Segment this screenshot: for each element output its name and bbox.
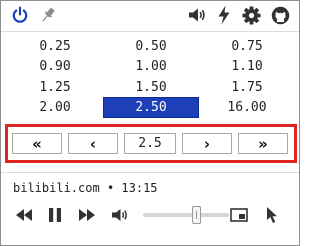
- lightning-icon[interactable]: [215, 5, 233, 25]
- last-speed-button[interactable]: »: [238, 133, 288, 154]
- speed-value-field[interactable]: 2.5: [124, 133, 176, 154]
- fast-forward-icon[interactable]: [76, 205, 98, 225]
- site-name: bilibili.com: [13, 181, 100, 195]
- speed-option[interactable]: 0.25: [8, 37, 102, 56]
- speed-stepper-row: « ‹ 2.5 › »: [5, 124, 297, 163]
- power-icon[interactable]: [10, 5, 30, 25]
- gear-icon[interactable]: [241, 5, 261, 25]
- volume-slider-handle[interactable]: [191, 206, 201, 224]
- first-speed-button[interactable]: «: [12, 133, 62, 154]
- speed-option[interactable]: 2.00: [8, 98, 102, 117]
- pause-icon[interactable]: [44, 205, 66, 225]
- volume-icon[interactable]: [187, 5, 207, 25]
- speed-option[interactable]: 0.50: [104, 37, 198, 56]
- separator-dot: •: [106, 181, 115, 195]
- github-icon[interactable]: [270, 5, 290, 25]
- volume-slider-track[interactable]: [143, 213, 229, 217]
- extension-popup: 0.25 0.50 0.75 0.90 1.00 1.10 1.25 1.50 …: [0, 0, 300, 246]
- speed-option[interactable]: 1.00: [104, 57, 198, 76]
- speed-option[interactable]: 0.90: [8, 57, 102, 76]
- speed-option[interactable]: 1.25: [8, 78, 102, 97]
- speed-option[interactable]: 1.10: [200, 57, 294, 76]
- previous-speed-button[interactable]: ‹: [68, 133, 118, 154]
- speed-option[interactable]: 1.75: [200, 78, 294, 97]
- rewind-icon[interactable]: [13, 205, 35, 225]
- speed-option[interactable]: 0.75: [200, 37, 294, 56]
- top-toolbar: [1, 1, 299, 31]
- next-speed-button[interactable]: ›: [182, 133, 232, 154]
- speed-option-selected[interactable]: 2.50: [103, 97, 199, 118]
- divider: [1, 31, 299, 32]
- divider: [1, 172, 299, 173]
- speed-option[interactable]: 16.00: [200, 98, 294, 117]
- volume-icon[interactable]: [109, 205, 131, 225]
- cursor-icon[interactable]: [261, 205, 283, 225]
- speed-option[interactable]: 1.50: [104, 78, 198, 97]
- media-time: 13:15: [121, 181, 158, 195]
- media-info: bilibili.com • 13:15: [13, 181, 158, 195]
- pin-icon[interactable]: [38, 5, 58, 25]
- picture-in-picture-icon[interactable]: [228, 205, 250, 225]
